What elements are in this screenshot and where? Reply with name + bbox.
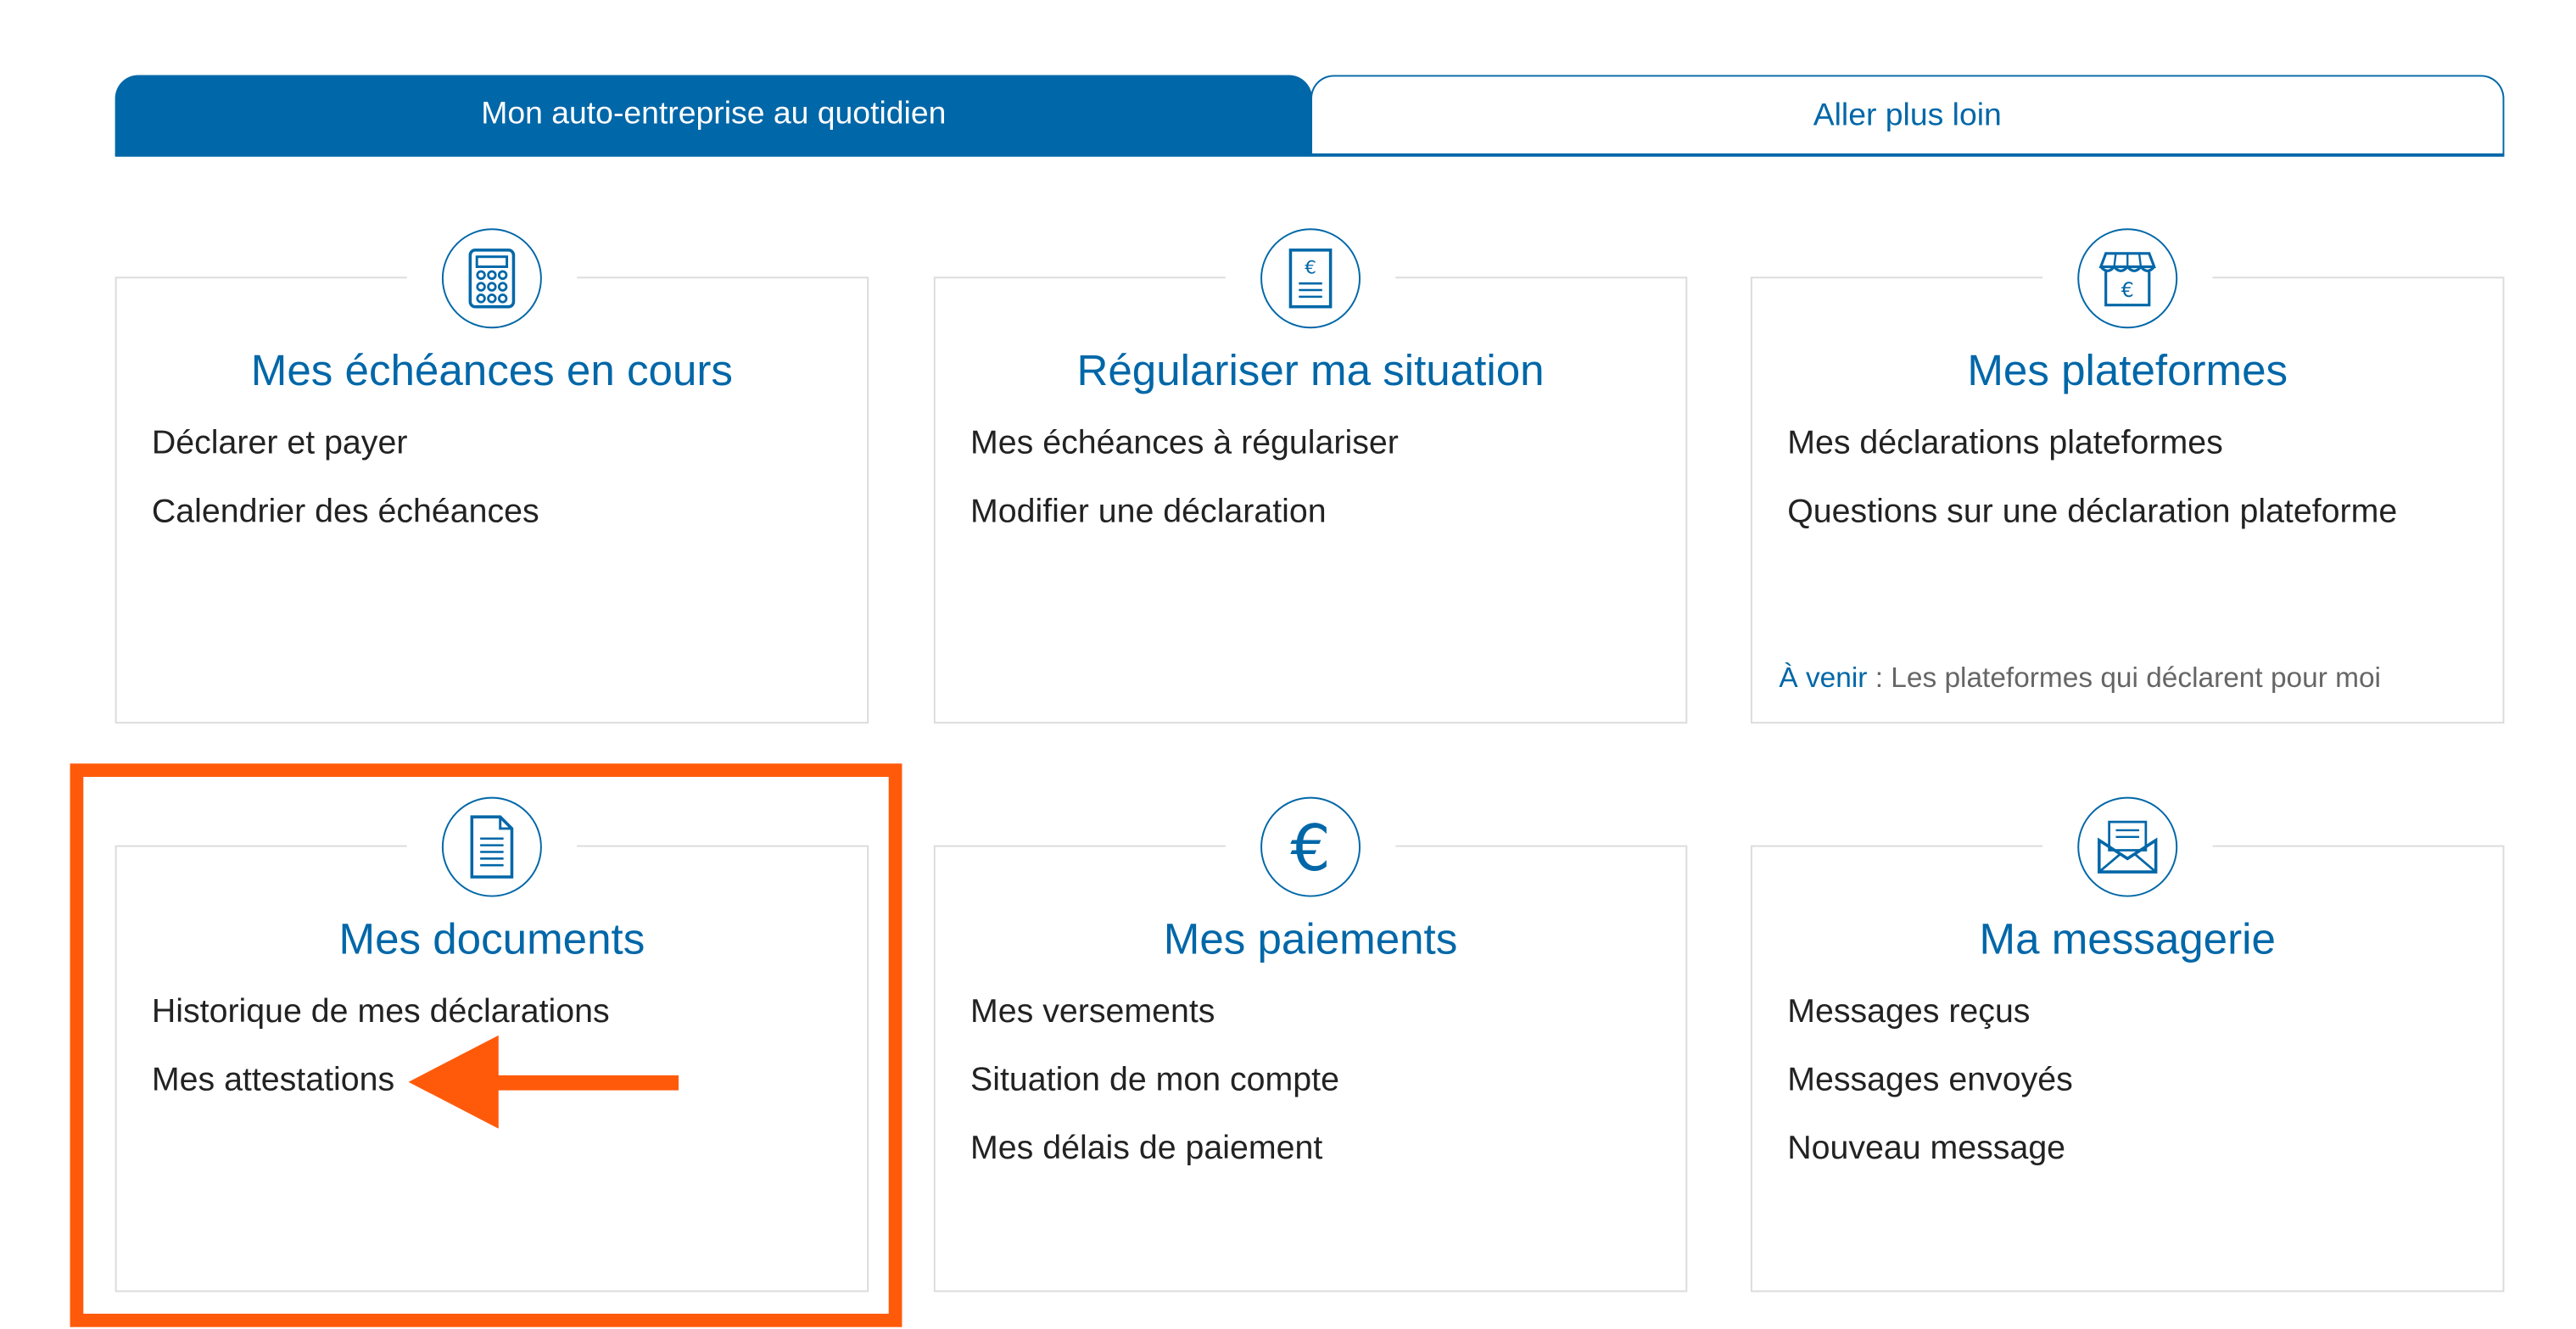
link-declare-and-pay[interactable]: Déclarer et payer [152,423,851,492]
card-title: Mes échéances en cours [250,344,733,395]
link-platform-questions[interactable]: Questions sur une déclaration plateforme [1787,492,2486,561]
link-platform-declarations[interactable]: Mes déclarations plateformes [1787,423,2486,492]
card-title: Mes plateformes [1967,344,2288,395]
card-title: Régulariser ma situation [1076,344,1545,395]
tab-go-further[interactable]: Aller plus loin [1310,75,2505,155]
svg-text:€: € [1305,257,1316,278]
link-due-dates-calendar[interactable]: Calendrier des échéances [152,492,851,561]
card-regularize: € Régulariser ma situation Mes échéances… [933,226,1688,724]
arrow-left-icon [408,1035,679,1129]
card-due-dates: Mes échéances en cours Déclarer et payer… [115,226,869,724]
coming-soon-note: À venir : Les plateformes qui déclarent … [1779,662,2381,695]
card-title: Ma messagerie [1979,913,2276,964]
svg-text:€: € [2121,278,2134,302]
note-separator: : [1867,662,1891,694]
link-due-dates-to-regularize[interactable]: Mes échéances à régulariser [970,423,1669,492]
shop-euro-icon: € [2077,228,2178,329]
link-account-status[interactable]: Situation de mon compte [970,1060,1669,1129]
calculator-icon [441,228,542,329]
euro-document-icon: € [1260,228,1361,329]
tab-divider [115,153,2505,156]
card-payments: € Mes paiements Mes versements Situation… [933,795,1688,1293]
coming-soon-label: À venir [1779,662,1868,694]
link-modify-declaration[interactable]: Modifier une déclaration [970,492,1669,561]
link-payment-delays[interactable]: Mes délais de paiement [970,1129,1669,1198]
card-messaging: Ma messagerie Messages reçus Messages en… [1750,795,2505,1293]
link-transfers[interactable]: Mes versements [970,992,1669,1061]
card-platforms: € Mes plateformes Mes déclarations plate… [1750,226,2505,724]
euro-icon: € [1260,796,1361,897]
link-messages-sent[interactable]: Messages envoyés [1787,1060,2486,1129]
tab-daily[interactable]: Mon auto-entreprise au quotidien [115,75,1313,155]
envelope-icon [2077,796,2178,897]
svg-text:€: € [1290,813,1331,880]
link-new-message[interactable]: Nouveau message [1787,1129,2486,1198]
card-title: Mes paiements [1163,913,1458,964]
link-messages-received[interactable]: Messages reçus [1787,992,2486,1061]
coming-soon-text: Les plateformes qui déclarent pour moi [1891,662,2381,694]
